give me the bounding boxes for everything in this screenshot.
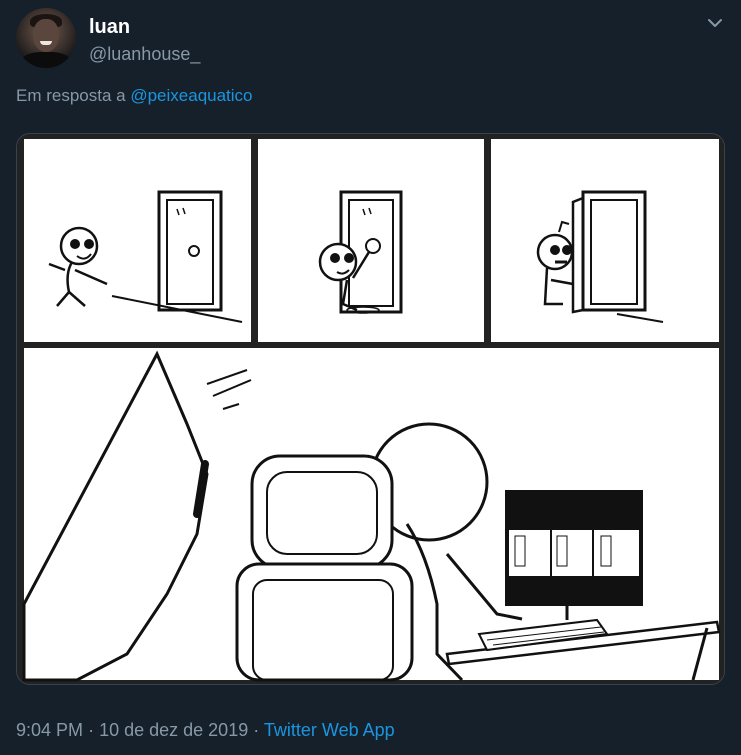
tweet-source-link[interactable]: Twitter Web App [264, 720, 395, 740]
comic-panel-2 [258, 139, 484, 342]
tweet-media-comic[interactable] [16, 133, 725, 685]
comic-panel-4 [22, 348, 721, 682]
display-name[interactable]: luan [89, 16, 130, 39]
tweet-header: luan @luanhouse_ [16, 8, 725, 72]
tweet-date[interactable]: 10 de dez de 2019 [99, 720, 248, 740]
meta-separator: · [253, 720, 260, 740]
chevron-down-icon[interactable] [706, 16, 724, 30]
comic-panel-3 [491, 139, 719, 342]
comic-panel-1 [24, 139, 251, 342]
meta-separator: · [88, 720, 95, 740]
reply-mention-link[interactable]: @peixeaquatico [130, 86, 252, 105]
tweet-meta: 9:04 PM · 10 de dez de 2019 · Twitter We… [16, 720, 395, 741]
reply-context: Em resposta a @peixeaquatico [16, 86, 253, 106]
comic-image [17, 134, 724, 684]
user-handle[interactable]: @luanhouse_ [89, 44, 200, 65]
user-avatar[interactable] [16, 8, 76, 68]
reply-prefix: Em resposta a [16, 86, 126, 105]
tweet-time[interactable]: 9:04 PM [16, 720, 83, 740]
